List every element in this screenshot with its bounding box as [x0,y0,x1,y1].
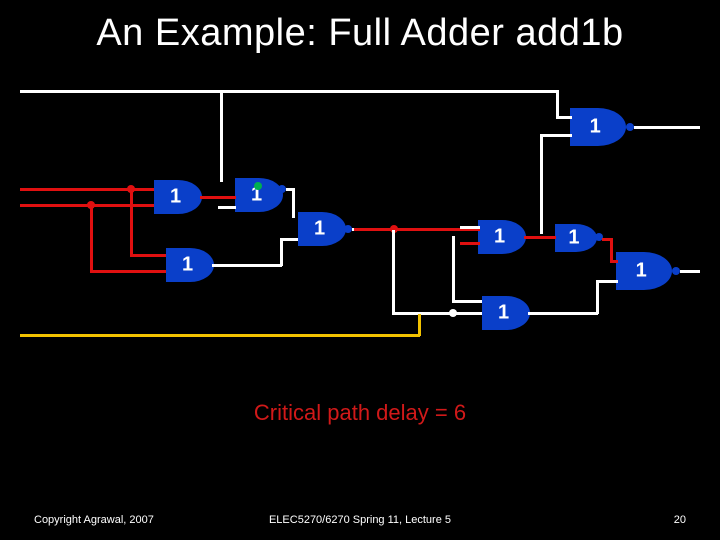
wire-red-v2 [130,188,133,256]
wire-red-v1 [90,204,93,272]
wire-g6-to-g7 [524,236,556,239]
wire-g4-inB [280,238,298,241]
full-adder-diagram: 1 1 1 1 1 1 1 1 [20,90,700,370]
gate-8-delay: 1 [636,260,647,283]
wire-bottom-in [20,334,420,337]
footer-course-info: ELEC5270/6270 Spring 11, Lecture 5 [0,514,720,526]
gate-6: 1 [478,220,526,254]
gate-1-delay: 1 [590,116,601,139]
gate-1-bubble [626,123,634,131]
wire-col-200 [220,90,223,182]
wire-g5-out [212,264,282,267]
wire-g8-out [680,270,700,273]
wire-g5-inA [130,254,166,257]
gate-9-delay: 1 [498,302,509,325]
gate-6-delay: 1 [494,226,505,249]
wire-g2-out [200,196,236,199]
wire-g9-up [596,280,599,314]
gate-4-bubble [344,225,352,233]
gate-5: 1 [166,248,214,282]
gate-9: 1 [482,296,530,330]
wire-g7-down [610,238,613,262]
gate-3-bubble [278,185,286,193]
wire-g9-out [528,312,598,315]
wire-g9-inA [452,300,482,303]
gate-7: 1 [555,224,597,252]
gate-5-delay: 1 [182,254,193,277]
wire-g3-to-g4v [292,188,295,218]
wire-g6-inA [460,226,480,229]
wire-bottom-up [418,314,421,336]
gate-7-delay: 1 [568,227,579,250]
wire-col-200-stub [220,90,222,93]
wire-col-520 [540,134,543,234]
gate-2: 1 [154,180,202,214]
wire-g6-inB [460,242,480,245]
wire-g9-inB [392,312,482,315]
footer-page-number: 20 [674,514,686,526]
wire-g1-bot [540,134,572,137]
wire-top-in-drop [556,90,559,118]
slide: An Example: Full Adder add1b 1 1 1 1 1 1 [0,0,720,540]
wire-top-in [20,90,556,93]
wire-g5-up [280,238,283,266]
gate-4-delay: 1 [314,218,325,241]
gate-1: 1 [570,108,626,146]
gate-4: 1 [298,212,346,246]
wire-g1-out [634,126,700,129]
node-green-g3 [254,182,262,190]
slide-title: An Example: Full Adder add1b [0,12,720,55]
gate-8-bubble [672,267,680,275]
gate-2-delay: 1 [170,186,181,209]
wire-g8-inB [596,280,618,283]
critical-path-caption: Critical path delay = 6 [0,400,720,426]
wire-col-432 [452,236,455,302]
wire-g8-inA [610,260,618,263]
node-red-1 [87,201,95,209]
wire-g1-top [556,116,572,119]
wire-g5-inB [90,270,166,273]
node-red-2 [127,185,135,193]
stub1 [352,228,354,231]
wire-mid-v [392,230,395,314]
gate-8: 1 [616,252,672,290]
node-white-g9 [449,309,457,317]
wire-g3-inB [218,206,236,209]
